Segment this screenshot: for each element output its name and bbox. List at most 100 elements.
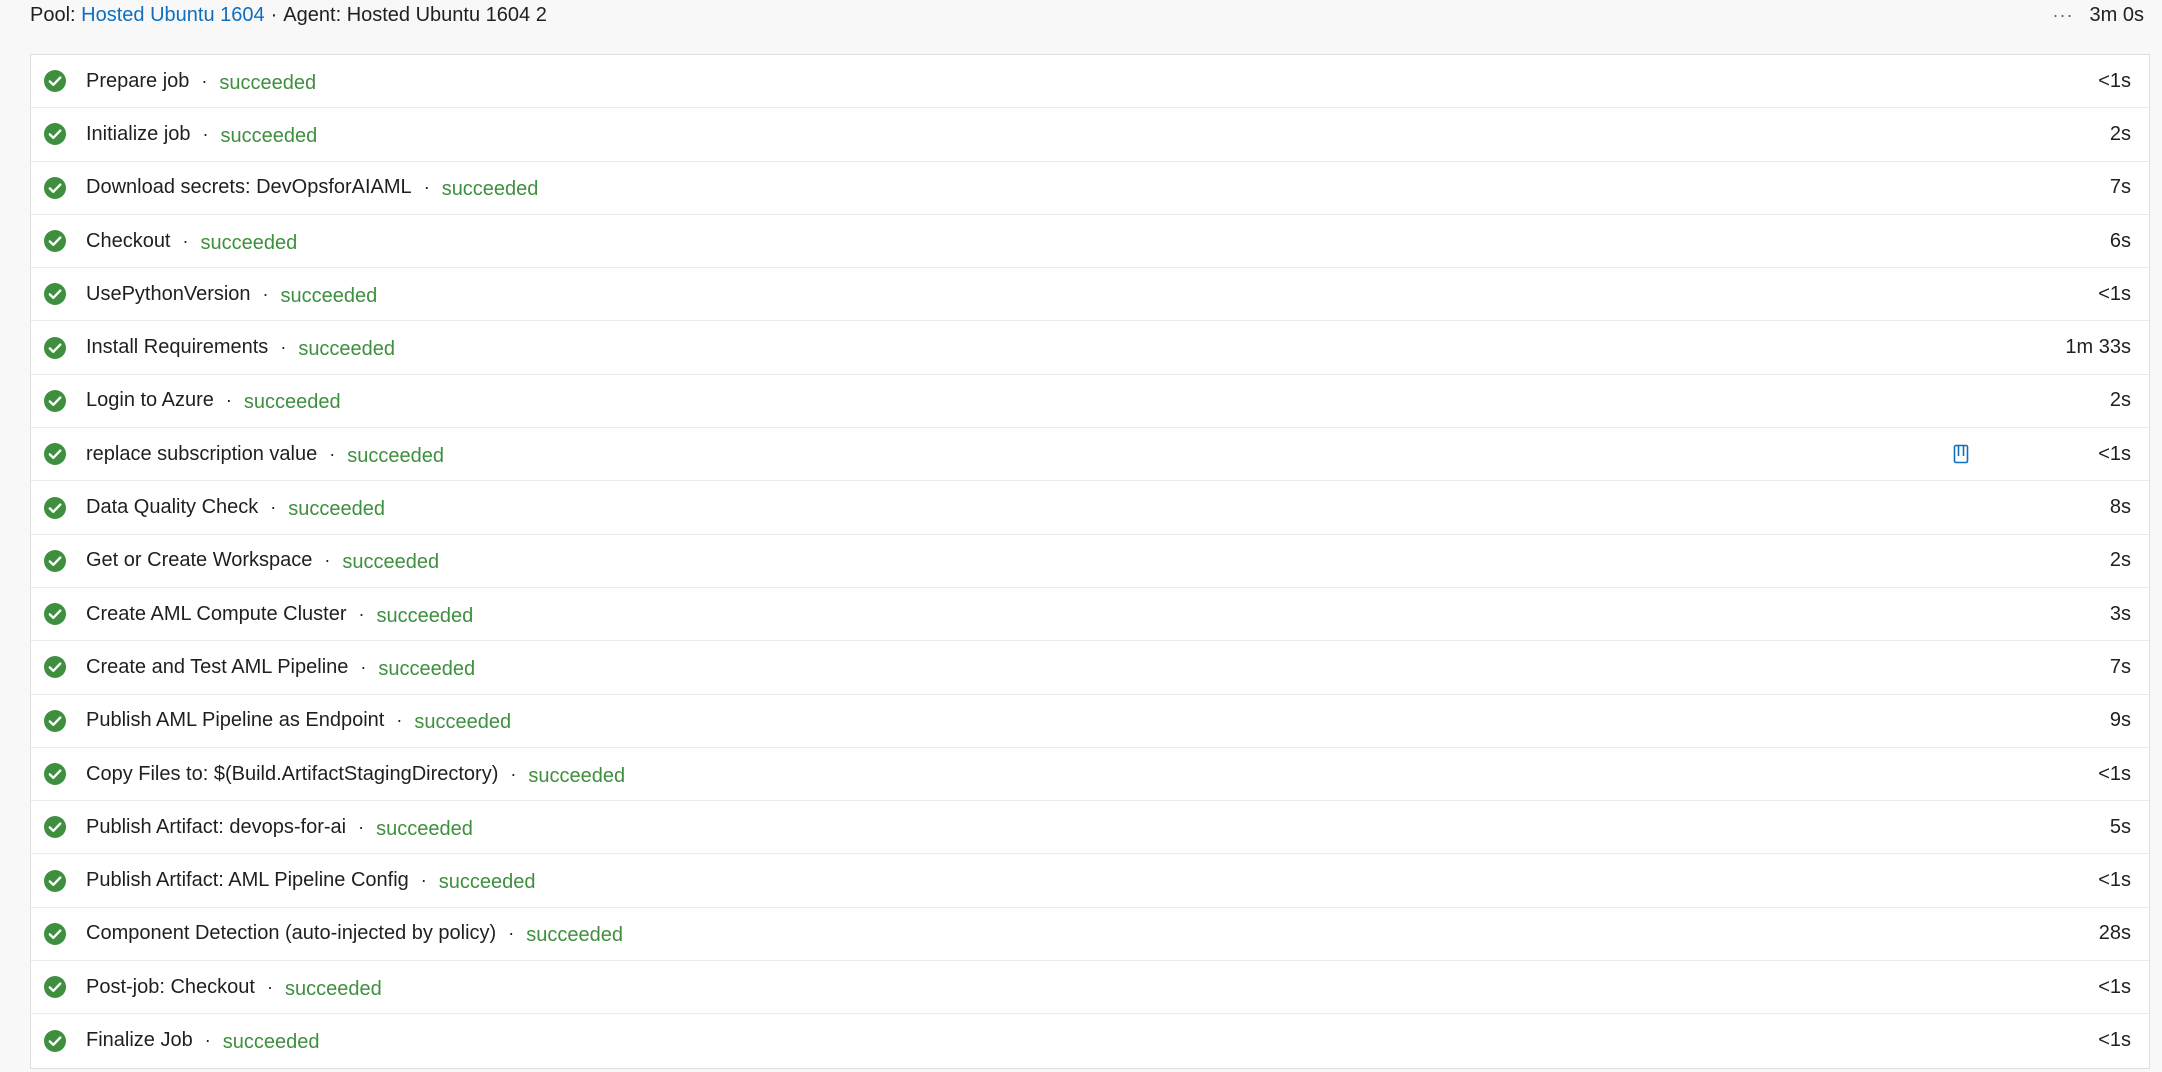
step-name: Post-job: Checkout: [86, 975, 255, 998]
step-separator: ·: [420, 870, 427, 891]
step-row[interactable]: Login to Azure · succeeded 2s: [31, 375, 2149, 429]
step-name: Component Detection (auto-injected by po…: [86, 922, 497, 945]
step-duration: 7s: [2109, 655, 2131, 678]
job-header: Pool: Hosted Ubuntu 1604 · Agent: Hosted…: [30, 0, 2144, 30]
step-name: Create AML Compute Cluster: [86, 602, 347, 625]
step-row[interactable]: Copy Files to: $(Build.ArtifactStagingDi…: [31, 748, 2149, 802]
success-check-icon: [43, 922, 67, 946]
step-duration: <1s: [2098, 869, 2131, 892]
step-row[interactable]: replace subscription value · succeeded <1s: [31, 428, 2149, 482]
step-separator: ·: [202, 123, 209, 144]
pool-link[interactable]: Hosted Ubuntu 1604: [81, 4, 264, 27]
step-row[interactable]: Download secrets: DevOpsforAIAML · succeed…: [31, 162, 2149, 215]
step-duration: 2s: [2109, 389, 2131, 412]
step-row[interactable]: Get or Create Workspace · succeeded 2s: [31, 535, 2149, 588]
agent-label: Agent:: [283, 3, 342, 26]
step-duration: <1s: [2098, 1029, 2131, 1052]
step-status: succeeded: [284, 977, 382, 1000]
step-separator: ·: [510, 763, 517, 784]
more-options-icon[interactable]: ···: [2053, 5, 2074, 26]
step-separator: ·: [280, 337, 287, 358]
step-name: Copy Files to: $(Build.ArtifactStagingDi…: [86, 762, 499, 785]
step-name: Install Requirements: [86, 336, 269, 359]
step-separator: ·: [324, 550, 331, 571]
step-separator: ·: [358, 816, 365, 837]
success-check-icon: [43, 176, 67, 200]
step-status: succeeded: [280, 284, 378, 307]
step-separator: ·: [182, 230, 189, 251]
step-duration: 6s: [2109, 229, 2131, 252]
step-name: Publish Artifact: AML Pipeline Config: [86, 869, 409, 892]
step-name: Initialize job: [86, 122, 191, 145]
step-row[interactable]: Data Quality Check · succeeded 8s: [31, 481, 2149, 535]
step-name: Login to Azure: [86, 389, 214, 412]
step-duration: 9s: [2109, 709, 2131, 732]
step-status: succeeded: [342, 551, 440, 574]
success-check-icon: [43, 602, 67, 626]
step-row[interactable]: Component Detection (auto-injected by po…: [31, 908, 2149, 962]
step-status: succeeded: [376, 604, 474, 627]
header-separator: ·: [270, 3, 278, 26]
step-row[interactable]: Prepare job · succeeded <1s: [31, 55, 2149, 109]
step-row[interactable]: Initialize job · succeeded 2s: [31, 108, 2149, 162]
step-status: succeeded: [441, 178, 539, 201]
step-separator: ·: [508, 923, 515, 944]
step-status: succeeded: [526, 924, 623, 947]
success-check-icon: [43, 869, 67, 893]
total-duration: 3m 0s: [2089, 3, 2144, 26]
step-duration: <1s: [2098, 975, 2131, 998]
step-status: succeeded: [298, 338, 396, 361]
step-status: succeeded: [438, 871, 536, 894]
step-duration: 3s: [2109, 602, 2131, 625]
step-row[interactable]: Publish AML Pipeline as Endpoint · succeed…: [31, 695, 2149, 748]
step-status: succeeded: [376, 817, 473, 840]
step-status: succeeded: [378, 657, 476, 680]
step-row[interactable]: Publish Artifact: AML Pipeline Config · su…: [31, 854, 2149, 908]
step-status: succeeded: [243, 391, 341, 414]
step-duration: 2s: [2109, 549, 2131, 572]
success-check-icon: [43, 975, 67, 999]
step-duration: <1s: [2098, 282, 2131, 305]
step-row[interactable]: Checkout · succeeded 6s: [31, 215, 2149, 269]
step-duration: 7s: [2109, 176, 2131, 199]
success-check-icon: [43, 282, 67, 306]
step-name: Download secrets: DevOpsforAIAML: [86, 176, 412, 199]
success-check-icon: [43, 229, 67, 253]
step-status: succeeded: [347, 444, 444, 467]
step-name: UsePythonVersion: [86, 282, 251, 305]
document-icon[interactable]: [1953, 444, 1969, 464]
step-duration: <1s: [2098, 442, 2131, 465]
step-name: Checkout: [86, 229, 171, 252]
step-duration: <1s: [2098, 69, 2131, 92]
step-separator: ·: [201, 70, 208, 91]
step-name: Publish Artifact: devops-for-ai: [86, 815, 347, 838]
success-check-icon: [43, 1029, 67, 1053]
step-status: succeeded: [414, 711, 512, 734]
step-row[interactable]: Post-job: Checkout · succeeded <1s: [31, 961, 2149, 1015]
step-name: Publish AML Pipeline as Endpoint: [86, 709, 385, 732]
step-separator: ·: [270, 497, 277, 518]
success-check-icon: [43, 709, 67, 733]
step-row[interactable]: Install Requirements · succeeded 1m 33s: [31, 321, 2149, 375]
step-duration: 5s: [2109, 815, 2131, 838]
step-row[interactable]: UsePythonVersion · succeeded <1s: [31, 268, 2149, 322]
success-check-icon: [43, 762, 67, 786]
step-duration: 28s: [2098, 922, 2131, 945]
step-row[interactable]: Publish Artifact: devops-for-ai · succeede…: [31, 801, 2149, 855]
pool-label: Pool:: [30, 3, 76, 26]
step-separator: ·: [423, 177, 430, 198]
step-row[interactable]: Create and Test AML Pipeline · succeeded 7s: [31, 641, 2149, 695]
step-status: succeeded: [222, 1031, 320, 1054]
step-status: succeeded: [288, 498, 386, 521]
success-check-icon: [43, 655, 67, 679]
step-row[interactable]: Create AML Compute Cluster · succeeded 3s: [31, 588, 2149, 642]
success-check-icon: [43, 815, 67, 839]
success-check-icon: [43, 336, 67, 360]
step-duration: 2s: [2109, 122, 2131, 145]
step-status: succeeded: [200, 231, 298, 254]
step-row[interactable]: Finalize Job · succeeded <1s: [31, 1014, 2149, 1067]
step-separator: ·: [204, 1030, 211, 1051]
step-name: Create and Test AML Pipeline: [86, 655, 349, 678]
step-separator: ·: [225, 390, 232, 411]
step-separator: ·: [358, 603, 365, 624]
